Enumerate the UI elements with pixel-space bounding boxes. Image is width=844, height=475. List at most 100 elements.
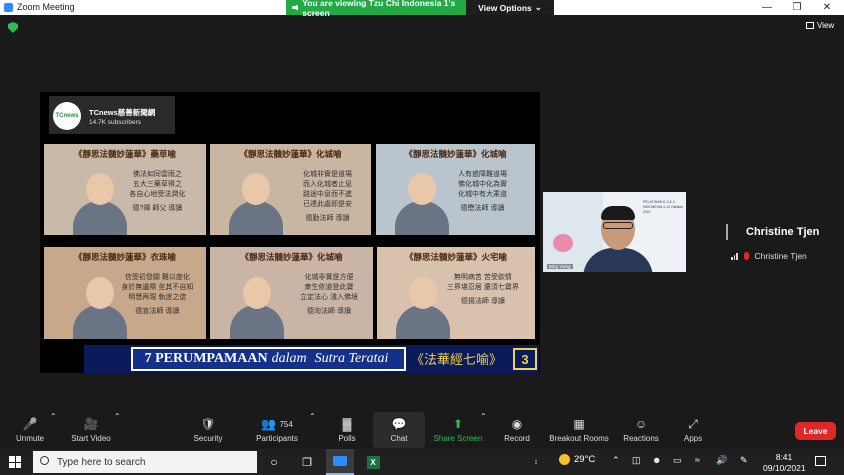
screen-share-banner: You are viewing Tzu Chi Indonesia 1's sc…	[286, 0, 466, 18]
share-screen-button[interactable]: ⬆ Share Screen	[433, 412, 483, 448]
participant-row[interactable]: Christine Tjen	[731, 251, 807, 261]
unmute-button[interactable]: 🎤 Unmute	[10, 412, 50, 448]
meeting-toolbar: 🎤 Unmute ⌃ 🎥 Start Video ⌃ 🛡 Security 👥 …	[0, 412, 844, 448]
thumbnail-quote: 化城非實是方便 衆生依道登此寶 立定法心 淺入佛境 德洵法師 導讀	[288, 273, 370, 317]
audio-options-caret[interactable]: ⌃	[50, 412, 57, 448]
weather-sun-icon	[559, 454, 570, 465]
meet-now-icon[interactable]: ◫	[632, 455, 641, 466]
zoom-taskbar-app[interactable]	[326, 449, 354, 475]
thumbnail-signature: 德懋法師 導讀	[460, 205, 505, 212]
task-view-icon[interactable]: ❐	[295, 449, 319, 475]
video-thumbnail[interactable]: 《靜思法髓妙蓮華》火宅喻 無明病苦 苦受欲情 三界堪忍居 還須七寶界 德揚法師 導讀	[377, 247, 535, 339]
grid-icon	[806, 22, 814, 29]
reactions-button[interactable]: ☺ Reactions	[621, 412, 661, 448]
record-icon: ◉	[511, 417, 523, 431]
bar-chart-icon: ▓	[342, 417, 352, 431]
participants-options-caret[interactable]: ⌃	[309, 412, 316, 448]
quote-line: 人有惑障難道場	[458, 171, 508, 178]
thumbnail-title: 《靜思法髓妙蓮華》化城喻	[404, 149, 507, 159]
quote-line: 身於無邊際 坐其不自知	[121, 284, 194, 291]
weather-widget[interactable]: 29°C	[559, 454, 595, 465]
quote-line: 無明病苦 苦受欲情	[453, 274, 512, 281]
video-thumbnail[interactable]: 《靜思法髓妙蓮華》藥草喻佛法如同雲雨之 五大三藥草得之 各自心地受法潤化 德?禪 師父…	[44, 144, 206, 235]
quote-line: 佛化城中化為實	[458, 181, 508, 188]
security-button[interactable]: 🛡 Security	[188, 412, 228, 448]
windows-start-icon[interactable]	[9, 456, 21, 468]
thumbnail-title: 《靜思法髓妙蓮華》化城喻	[240, 252, 343, 262]
speaker-portrait	[395, 173, 450, 235]
video-thumbnail[interactable]: 《靜思法髓妙蓮華》化城喻化城非實是方便 衆生依道登此寶 立定法心 淺入佛境 德洵法師 …	[210, 247, 373, 339]
quote-line: 已達此處即是安	[303, 201, 353, 208]
cortana-icon[interactable]: ○	[262, 449, 286, 475]
taskbar-search-box[interactable]: Type here to search	[33, 451, 257, 473]
quote-line: 佛法如同雲雨之	[132, 171, 182, 178]
share-indicator-icon	[292, 4, 299, 11]
video-thumbnail[interactable]: 《靜思法髓妙蓮華》衣珠喻 信受初發願 難以度化 身於無邊際 坐其不自知 明慧再現 執迷…	[44, 247, 206, 339]
app-title: Zoom Meeting	[4, 2, 75, 12]
lotus-decoration	[553, 234, 573, 252]
excel-taskbar-app[interactable]: X	[360, 449, 386, 475]
quote-line: 明慧再現 執迷之徒	[128, 294, 187, 301]
thumbnail-title: 《靜思法髓妙蓮華》藥草喻	[73, 149, 176, 159]
volume-icon[interactable]: 🔊	[716, 455, 727, 466]
thumbnail-quote: 人有惑障難道場 佛化城中化為實 化城中有大乘道 德懋法師 導讀	[443, 170, 523, 214]
chevron-down-icon: ⌄	[534, 2, 542, 12]
breakout-grid-icon: ▦	[573, 417, 585, 431]
quote-line: 五大三藥草得之	[132, 181, 182, 188]
polls-button[interactable]: ▓ Polls	[333, 412, 361, 448]
close-button[interactable]: ✕	[812, 0, 842, 15]
security-shield-icon[interactable]	[8, 22, 18, 33]
channel-card: TCnews TCnews慈善新聞網 14.7K subscribers	[49, 96, 175, 134]
excel-icon: X	[366, 455, 380, 469]
battery-icon[interactable]: ▭	[673, 455, 682, 466]
share-arrow-icon: ⬆	[452, 417, 464, 431]
participants-count: 754	[279, 419, 293, 429]
chat-bubble-icon: 💬	[391, 417, 407, 431]
share-options-caret[interactable]: ⌃	[480, 412, 487, 448]
quote-line: 信受初發願 難以度化	[124, 274, 190, 281]
shield-icon: 🛡	[200, 417, 216, 431]
video-thumbnail[interactable]: 《靜思法髓妙蓮華》化城喻 化城非實是道場 而入化城者止息 路途中息而不進 已達此處即是安…	[210, 144, 371, 235]
apps-icon: ⤢	[688, 416, 698, 431]
video-options-caret[interactable]: ⌃	[114, 412, 121, 448]
tray-overflow-icon[interactable]: ⌃	[612, 455, 620, 466]
video-off-icon: 🎥	[83, 417, 99, 431]
taskbar-clock[interactable]: 8:41 09/10/2021	[763, 452, 806, 474]
windows-taskbar: Type here to search ○ ❐ X ↕ 29°C ⌃ ◫ ☻ ▭…	[0, 449, 844, 475]
lesson-banner: 7 PERUMPAMAAN dalam Sutra Teratai 《法華經七喻》 …	[84, 345, 539, 373]
pen-icon[interactable]: ✎	[740, 455, 748, 466]
maximize-button[interactable]: ❐	[782, 0, 812, 15]
notification-icon[interactable]	[815, 456, 826, 466]
leave-button[interactable]: Leave	[795, 422, 836, 440]
thumbnail-signature: 德?禪 師父 導讀	[132, 205, 183, 212]
start-video-button[interactable]: 🎥 Start Video	[68, 412, 114, 448]
video-thumbnail[interactable]: 《靜思法髓妙蓮華》化城喻人有惑障難道場 佛化城中化為實 化城中有大乘道 德懋法師 導讀	[376, 144, 535, 235]
participants-button[interactable]: 👥 754 Participants	[253, 412, 301, 448]
wifi-icon[interactable]: ≈	[695, 455, 700, 465]
record-button[interactable]: ◉ Record	[502, 412, 532, 448]
lesson-number: 3	[513, 348, 537, 370]
channel-subscribers: 14.7K subscribers	[89, 119, 142, 126]
muted-mic-icon	[743, 252, 749, 260]
search-icon	[40, 456, 49, 465]
people-icon: 👥	[261, 417, 277, 431]
breakout-rooms-button[interactable]: ▦ Breakout Rooms	[547, 412, 611, 448]
quote-line: 路途中息而不進	[303, 191, 353, 198]
chat-button[interactable]: 💬 Chat	[373, 412, 425, 448]
thumbnail-signature: 德揚法師 導讀	[460, 298, 505, 305]
participant-video[interactable]: PELATIHAN K.3 & 4 INDONESIA 4-10 Oktober…	[543, 192, 686, 272]
speaker-portrait	[229, 277, 284, 339]
lesson-title-chinese: 《法華經七喻》	[411, 353, 503, 368]
people-tray-icon[interactable]: ☻	[652, 455, 661, 465]
thumbnail-quote: 佛法如同雲雨之 五大三藥草得之 各自心地受法潤化 德?禪 師父 導讀	[117, 170, 198, 214]
taskbar-scroll[interactable]: ↕	[532, 449, 540, 475]
speaker-portrait	[73, 277, 128, 339]
signal-icon	[731, 252, 738, 260]
apps-button[interactable]: ⤢ Apps	[680, 412, 706, 448]
view-button[interactable]: View	[806, 21, 834, 30]
minimize-button[interactable]: —	[752, 0, 782, 15]
quote-line: 化城非實是方便	[304, 274, 354, 281]
backdrop-text: PELATIHAN K.3 & 4 INDONESIA 4-10 Oktober…	[643, 200, 684, 214]
view-options-button[interactable]: View Options ⌄	[466, 0, 554, 15]
thumbnail-signature: 德勤法師 導讀	[305, 215, 350, 222]
